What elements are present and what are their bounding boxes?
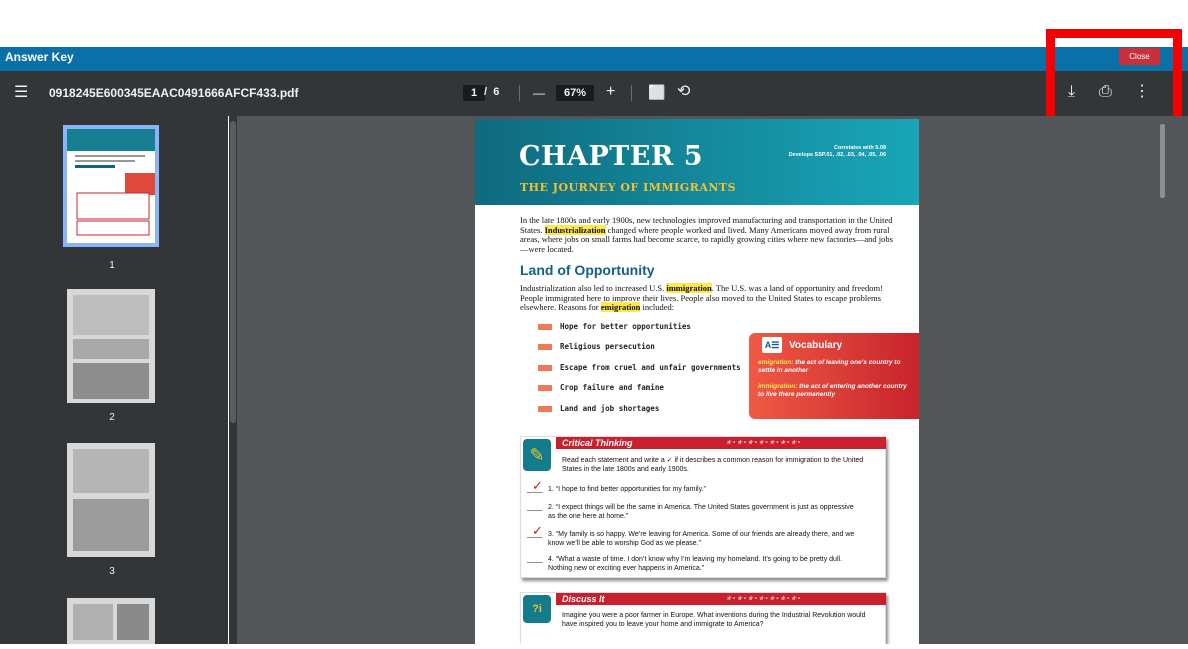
- highlight-annotation-box: [1046, 29, 1182, 130]
- reason-item: Escape from cruel and unfair governments: [560, 363, 741, 372]
- zoom-out-icon[interactable]: —: [533, 84, 545, 102]
- highlighted-term: immigration: [666, 283, 712, 293]
- arrow-bullet-icon: [538, 385, 552, 391]
- sidebar-scrollbar[interactable]: [229, 116, 237, 644]
- thumbnail-page-number: 2: [109, 412, 115, 423]
- page-count: / 6: [484, 86, 500, 98]
- answer-blank: ____: [527, 504, 543, 511]
- top-blank-area: [0, 0, 1188, 47]
- thumbnail-page-number: 3: [109, 566, 115, 577]
- intro-paragraph: In the late 1800s and early 1900s, new t…: [520, 215, 893, 254]
- discussion-icon: ?i: [523, 595, 551, 623]
- checkmark-icon: ✓: [532, 478, 543, 493]
- checkmark-icon: ✓: [532, 523, 543, 538]
- page-thumbnail-image: [67, 598, 155, 644]
- viewer-scrollbar[interactable]: [1158, 116, 1188, 644]
- discuss-it-title: Discuss It ★ • ★ • ★ • ★ • ★ • ★ • ★ •: [556, 593, 886, 605]
- menu-icon[interactable]: ☰: [14, 84, 28, 102]
- arrow-bullet-icon: [538, 344, 552, 350]
- highlighted-term: emigration: [600, 302, 641, 313]
- vocabulary-definition: immigration: the act of entering another…: [758, 383, 907, 398]
- page-thumbnail[interactable]: [63, 125, 159, 247]
- zoom-in-icon[interactable]: +: [606, 83, 615, 101]
- answer-blank: ____: [527, 556, 543, 563]
- sidebar-scroll-thumb[interactable]: [230, 121, 236, 423]
- instructions: Read each statement and write a ✓ if it …: [562, 457, 864, 473]
- highlighted-term: Industrialization: [544, 224, 606, 235]
- stars-decoration: ★ • ★ • ★ • ★ • ★ • ★ • ★ •: [726, 596, 801, 602]
- section-heading: Land of Opportunity: [520, 262, 655, 278]
- window-title: Answer Key: [5, 50, 74, 64]
- toolbar-divider: [519, 85, 520, 101]
- file-name: 0918245E600345EAAC0491666AFCF433.pdf: [49, 86, 299, 100]
- pdf-page: CHAPTER 5 THE JOURNEY OF IMMIGRANTS Corr…: [475, 119, 919, 644]
- page-thumbnail-image: [67, 289, 155, 403]
- arrow-bullet-icon: [538, 324, 552, 330]
- page-thumbnail[interactable]: [67, 443, 155, 557]
- thumbnail-sidebar: 1 2 3: [0, 116, 228, 644]
- pdf-toolbar: ☰ 0918245E600345EAAC0491666AFCF433.pdf 1…: [0, 71, 1188, 116]
- discuss-it-box: ?i Discuss It ★ • ★ • ★ • ★ • ★ • ★ • ★ •…: [520, 592, 886, 644]
- chapter-header: CHAPTER 5 THE JOURNEY OF IMMIGRANTS Corr…: [475, 119, 919, 205]
- statement: 3. “My family is so happy. We’re leaving…: [548, 531, 855, 547]
- fit-to-page-icon[interactable]: ⬜: [648, 83, 665, 101]
- reason-item: Land and job shortages: [560, 404, 660, 413]
- pencil-icon: ✎: [523, 439, 551, 471]
- toolbar-divider: [631, 85, 632, 101]
- window-title-bar: Answer Key: [0, 47, 1188, 71]
- page-thumbnail[interactable]: [67, 598, 155, 644]
- page-thumbnail[interactable]: [67, 289, 155, 403]
- statement: 4. “What a waste of time. I don’t know w…: [548, 556, 843, 572]
- reason-item: Religious persecution: [560, 342, 655, 351]
- vocabulary-icon: A☰: [762, 337, 782, 353]
- statement: 2. “I expect things will be the same in …: [548, 504, 854, 520]
- reason-item: Crop failure and famine: [560, 383, 664, 392]
- critical-thinking-title: Critical Thinking ★ • ★ • ★ • ★ • ★ • ★ •…: [556, 437, 886, 449]
- arrow-bullet-icon: [538, 406, 552, 412]
- arrow-bullet-icon: [538, 365, 552, 371]
- viewer-scroll-thumb[interactable]: [1160, 124, 1165, 198]
- page-thumbnail-image: [67, 443, 155, 557]
- chapter-subtitle: THE JOURNEY OF IMMIGRANTS: [520, 181, 737, 194]
- reason-item: Hope for better opportunities: [560, 322, 691, 331]
- statement: 1. “I hope to find better opportunities …: [548, 486, 706, 493]
- correlates-note: Correlates with 5.08 Develops SSP.01, .0…: [788, 145, 886, 158]
- vocabulary-title: Vocabulary: [789, 340, 843, 351]
- zoom-input[interactable]: 67%: [556, 85, 594, 101]
- page-number-input[interactable]: 1: [463, 85, 485, 101]
- thumbnail-page-number: 1: [109, 260, 115, 271]
- discuss-prompt: Imagine you were a poor farmer in Europe…: [562, 612, 866, 628]
- section-paragraph: Industrialization also led to increased …: [520, 283, 883, 313]
- critical-thinking-box: ✎ Critical Thinking ★ • ★ • ★ • ★ • ★ • ★…: [520, 436, 886, 578]
- rotate-icon[interactable]: ⟲: [677, 83, 690, 101]
- vocabulary-box: A☰ Vocabulary emigration: the act of lea…: [749, 333, 919, 419]
- chapter-title: CHAPTER 5: [519, 141, 704, 172]
- vocabulary-definition: emigration: the act of leaving one's cou…: [758, 359, 901, 374]
- page-thumbnail-image: [67, 129, 155, 243]
- stars-decoration: ★ • ★ • ★ • ★ • ★ • ★ • ★ •: [726, 440, 801, 446]
